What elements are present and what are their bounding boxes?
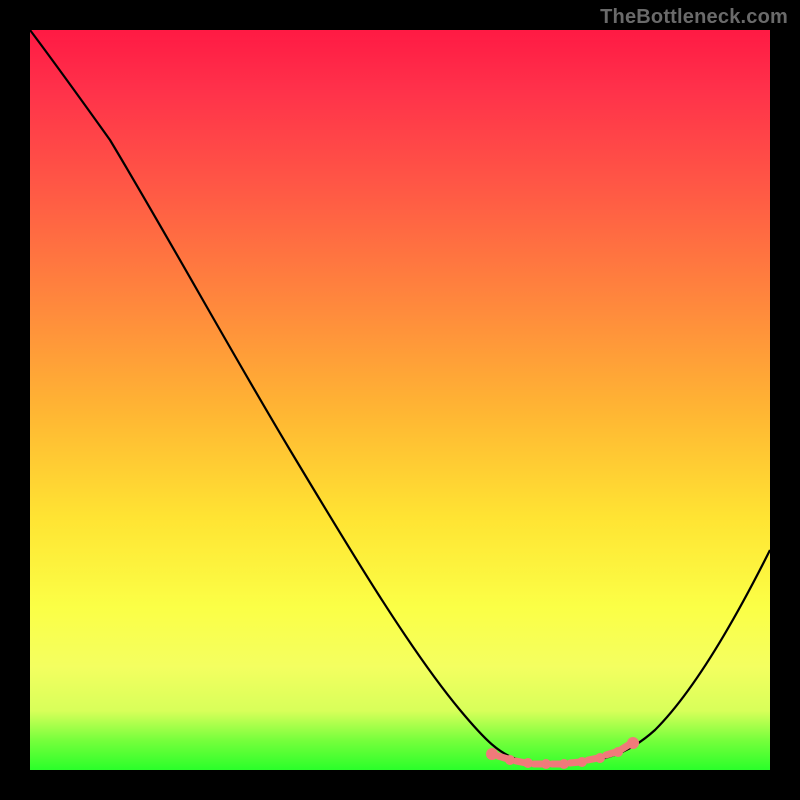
bottleneck-curve bbox=[30, 30, 770, 764]
watermark-text: TheBottleneck.com bbox=[600, 6, 788, 29]
chart-frame: TheBottleneck.com bbox=[0, 0, 800, 800]
plot-area bbox=[30, 30, 770, 770]
bottleneck-curve-svg bbox=[30, 30, 770, 770]
